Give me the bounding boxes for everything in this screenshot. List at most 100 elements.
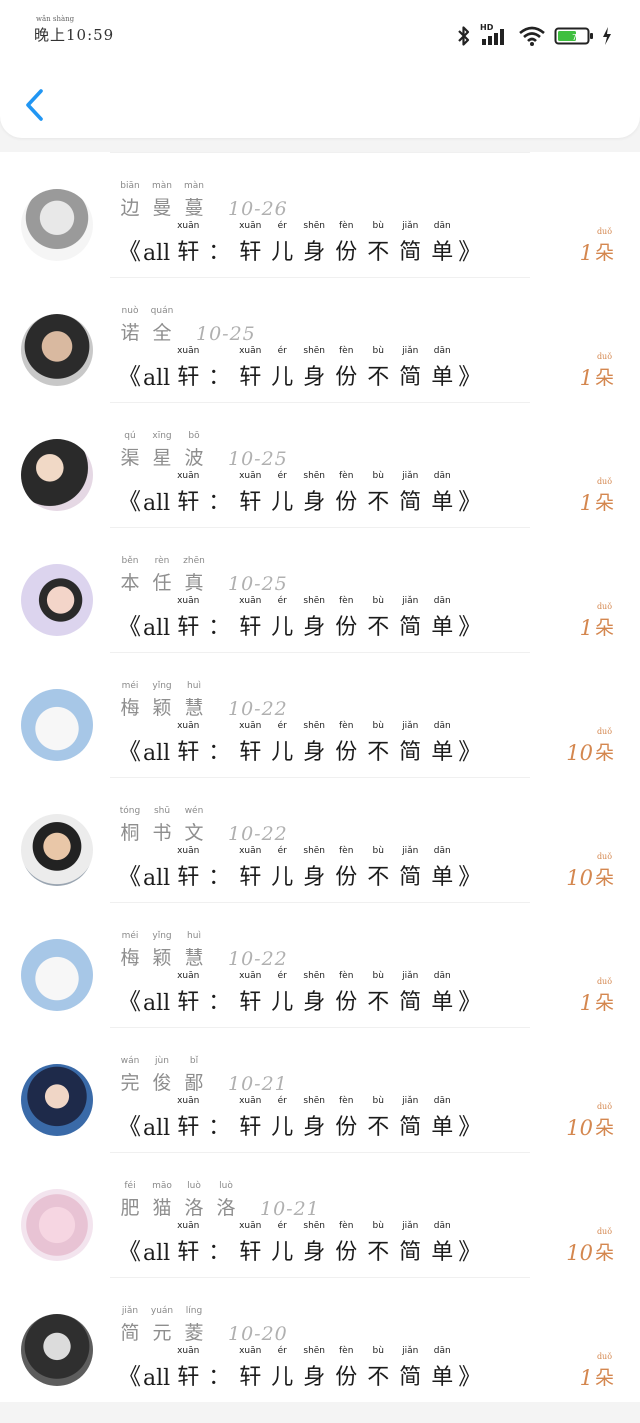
work-title[interactable]: 《 all xuān 轩： xuān 轩 ér 儿 shēn 身 fèn 份 bù 不 jiǎn 简 dān 单》 <box>118 971 481 1016</box>
title-hanzi: 份 <box>335 990 358 1015</box>
work-title[interactable]: 《 all xuān 轩： xuān 轩 ér 儿 shēn 身 fèn 份 bù 不 jiǎn 简 dān 单》 <box>118 471 481 516</box>
list-item[interactable]: běn 本 rèn 任 zhēn 真 10-25 《 all xuān 轩： xuān 轩 ér 儿 shēn… <box>0 527 640 652</box>
title-pinyin: ér <box>277 1096 287 1106</box>
work-title[interactable]: 《 all xuān 轩： xuān 轩 ér 儿 shēn 身 fèn 份 bù 不 jiǎn 简 dān 单》 <box>118 721 481 766</box>
status-time-text: 晚上10:59 <box>34 26 115 44</box>
title-hanzi: 轩 <box>239 865 262 890</box>
flower-count: 1 duǒ 朵 <box>580 477 614 515</box>
count-number: 1 <box>579 616 593 640</box>
title-colon: ： <box>208 990 231 1015</box>
count-unit-pinyin: duǒ <box>596 602 613 611</box>
name-char: méi 梅 <box>114 931 146 970</box>
name-char: yǐng 颖 <box>146 931 178 970</box>
list-item[interactable]: biān 边 màn 曼 màn 蔓 10-26 《 all xuān 轩： xuān 轩 ér 儿 shēn… <box>0 152 640 277</box>
title-char: jiǎn 简 <box>394 1096 426 1141</box>
record-date: 10-20 <box>228 1323 288 1345</box>
count-unit-pinyin: duǒ <box>596 1227 613 1236</box>
flower-count: 10 duǒ 朵 <box>566 1227 614 1265</box>
work-title[interactable]: 《 all xuān 轩： xuān 轩 ér 儿 shēn 身 fèn 份 bù 不 jiǎn 简 dān 单》 <box>118 221 481 266</box>
name-pinyin: luò <box>219 1181 233 1191</box>
title-pinyin: dān <box>433 596 451 606</box>
title-hanzi: 儿 <box>271 240 294 265</box>
title-char: ér 儿 <box>266 1221 298 1266</box>
count-number: 10 <box>566 1116 593 1140</box>
status-time: wǎn shàng 晚上10:59 <box>34 15 115 45</box>
work-title[interactable]: 《 all xuān 轩： xuān 轩 ér 儿 shēn 身 fèn 份 bù 不 jiǎn 简 dān 单》 <box>118 596 482 641</box>
title-hanzi: 不 <box>367 1240 390 1265</box>
title-hanzi: 身 <box>303 1365 326 1390</box>
list-item[interactable]: jiǎn 简 yuán 元 líng 菱 10-20 《 all xuān 轩： xuān 轩 ér 儿 sh… <box>0 1277 640 1402</box>
title-pinyin: fèn <box>338 221 354 231</box>
title-char: ér 儿 <box>266 971 298 1016</box>
list-item[interactable]: féi 肥 māo 猫 luò 洛 luò 洛 10-21 《 all xuān 轩： xuān 轩 ér 儿 s… <box>0 1152 640 1277</box>
title-char: dān 单 <box>426 1221 458 1266</box>
title-pinyin: bù <box>372 346 384 356</box>
title-pinyin: shēn <box>303 1346 326 1356</box>
name-hanzi: 真 <box>184 572 204 594</box>
name-hanzi: 书 <box>152 822 172 844</box>
title-hanzi: 单 <box>431 1365 454 1390</box>
title-pinyin: dān <box>433 721 451 731</box>
title-hanzi: 轩 <box>177 990 200 1015</box>
flower-count: 1 duǒ 朵 <box>580 352 614 390</box>
name-pinyin: wán <box>120 1056 140 1066</box>
name-char: wén 文 <box>178 806 210 845</box>
work-title[interactable]: 《 all xuān 轩： xuān 轩 ér 儿 shēn 身 fèn 份 bù 不 jiǎn 简 dān 单》 <box>118 846 481 891</box>
work-title[interactable]: 《 all xuān 轩： xuān 轩 ér 儿 shēn 身 fèn 份 bù 不 jiǎn 简 dān 单》 <box>118 1221 482 1266</box>
title-char: xuān 轩 <box>234 971 266 1016</box>
name-pinyin: yǐng <box>152 681 172 691</box>
title-colon: ： <box>208 1365 231 1390</box>
list-item[interactable]: méi 梅 yǐng 颖 huì 慧 10-22 《 all xuān 轩： xuān 轩 ér 儿 shēn… <box>0 902 640 1027</box>
avatar[interactable] <box>21 189 93 261</box>
title-pinyin: ér <box>277 596 287 606</box>
list-item[interactable]: wán 完 jùn 俊 bǐ 鄙 10-21 《 all xuān 轩： xuān 轩 ér 儿 shēn 身 f… <box>0 1027 640 1152</box>
count-unit-char: 朵 <box>594 992 614 1014</box>
title-close-bracket: 》 <box>458 614 482 640</box>
title-char: dān 单 <box>426 721 458 766</box>
list-item[interactable]: nuò 诺 quán 全 10-25 《 all xuān 轩： xuān 轩 ér 儿 shēn 身 fèn… <box>0 277 640 402</box>
name-char: māo 猫 <box>146 1181 178 1220</box>
title-pinyin: dān <box>433 221 451 231</box>
name-hanzi: 俊 <box>152 1072 172 1094</box>
sender-name: tóng 桐 shū 书 wén 文 10-22 <box>114 806 288 845</box>
title-pinyin: fèn <box>338 971 354 981</box>
title-close-bracket: 》 <box>458 1239 482 1265</box>
avatar[interactable] <box>21 689 93 761</box>
title-char: fèn 份 <box>330 471 362 516</box>
avatar[interactable] <box>21 1189 93 1261</box>
title-open-bracket: 《 <box>118 489 141 515</box>
avatar[interactable] <box>21 1314 93 1386</box>
name-hanzi: 诺 <box>120 322 140 344</box>
charging-icon <box>603 27 611 45</box>
back-chevron-icon[interactable] <box>22 88 48 122</box>
row-divider <box>110 902 530 903</box>
title-pinyin: xuān <box>177 1096 200 1106</box>
work-title[interactable]: 《 all xuān 轩： xuān 轩 ér 儿 shēn 身 fèn 份 bù 不 jiǎn 简 dān 单》 <box>118 1346 481 1391</box>
title-char: bù 不 <box>362 1221 394 1266</box>
title-open-bracket: 《 <box>118 364 141 390</box>
avatar[interactable] <box>21 564 93 636</box>
avatar[interactable] <box>21 939 93 1011</box>
title-hanzi: 简 <box>399 490 422 515</box>
sender-name: qú 渠 xīng 星 bō 波 10-25 <box>114 431 288 470</box>
work-title[interactable]: 《 all xuān 轩： xuān 轩 ér 儿 shēn 身 fèn 份 bù 不 jiǎn 简 dān 单》 <box>118 1096 481 1141</box>
name-char: jùn 俊 <box>146 1056 178 1095</box>
name-char: luò 洛 <box>210 1181 242 1220</box>
title-pinyin: dān <box>433 1096 451 1106</box>
name-char: màn 曼 <box>146 181 178 220</box>
title-char: jiǎn 简 <box>394 346 426 391</box>
avatar[interactable] <box>21 814 93 886</box>
name-hanzi: 肥 <box>120 1197 140 1219</box>
list-item[interactable]: tóng 桐 shū 书 wén 文 10-22 《 all xuān 轩： xuān 轩 ér 儿 shēn… <box>0 777 640 902</box>
name-pinyin: luò <box>187 1181 201 1191</box>
title-hanzi: 轩 <box>239 1115 262 1140</box>
list-item[interactable]: méi 梅 yǐng 颖 huì 慧 10-22 《 all xuān 轩： xuān 轩 ér 儿 shēn… <box>0 652 640 777</box>
avatar[interactable] <box>21 439 93 511</box>
svg-text:7: 7 <box>572 33 577 42</box>
count-unit-pinyin: duǒ <box>596 352 613 361</box>
avatar[interactable] <box>21 1064 93 1136</box>
title-char: dān 单 <box>426 1346 458 1391</box>
list-item[interactable]: qú 渠 xīng 星 bō 波 10-25 《 all xuān 轩： xuān 轩 ér 儿 shēn 身 f… <box>0 402 640 527</box>
avatar[interactable] <box>21 314 93 386</box>
work-title[interactable]: 《 all xuān 轩： xuān 轩 ér 儿 shēn 身 fèn 份 bù 不 jiǎn 简 dān 单》 <box>118 346 481 391</box>
